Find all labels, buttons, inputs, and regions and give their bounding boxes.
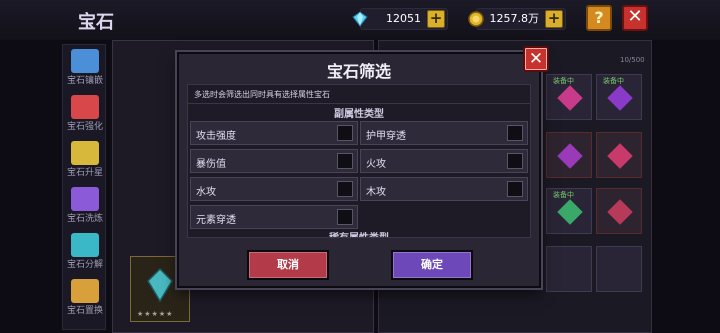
equipped-tag: 装备中 — [603, 77, 624, 85]
star-rating: ★★★★★ — [137, 310, 174, 318]
close-page-button[interactable]: ✕ — [622, 5, 648, 31]
checkbox[interactable] — [337, 125, 353, 141]
option-label: 暴伤值 — [196, 159, 226, 170]
sidebar-item-star-up[interactable]: 宝石升星 — [65, 139, 105, 183]
checkbox[interactable] — [337, 153, 353, 169]
gold-currency: 1257.8万 + — [468, 8, 566, 30]
divider — [188, 103, 530, 104]
coin-icon — [468, 11, 484, 27]
dialog-title: 宝石筛选 — [326, 62, 391, 81]
add-gems-button[interactable]: + — [427, 10, 445, 28]
checkbox[interactable] — [507, 181, 523, 197]
gem-icon — [607, 85, 633, 111]
option-label: 攻击强度 — [196, 131, 236, 142]
equipped-tag: 装备中 — [553, 77, 574, 85]
gem-icon — [607, 143, 633, 169]
gem-icon — [557, 143, 583, 169]
sidebar-item-label: 宝石强化 — [66, 122, 103, 132]
inventory-slot[interactable] — [596, 246, 642, 292]
sidebar: 宝石镶嵌 宝石强化 宝石升星 宝石洗炼 宝石分解 宝石置换 — [62, 44, 106, 330]
gem-swap-icon — [71, 279, 99, 303]
gem-enhance-icon — [71, 95, 99, 119]
gem-inlay-icon — [71, 49, 99, 73]
gem-filter-dialog: 宝石筛选 ✕ 多选时会筛选出同时具有选择属性宝石 副属性类型 攻击强度 护甲穿透… — [177, 46, 549, 288]
option-label: 木攻 — [366, 187, 386, 198]
sidebar-item-label: 宝石洗炼 — [66, 214, 103, 224]
sidebar-item-inlay[interactable]: 宝石镶嵌 — [65, 47, 105, 91]
sidebar-item-label: 宝石升星 — [66, 168, 103, 178]
top-bar: 宝石 12051 + 1257.8万 + ? ✕ — [0, 0, 720, 40]
sidebar-item-refine[interactable]: 宝石洗炼 — [65, 185, 105, 229]
confirm-button[interactable]: 确定 — [391, 250, 473, 280]
inventory-slot[interactable]: 装备中 — [546, 188, 592, 234]
sidebar-item-decompose[interactable]: 宝石分解 — [65, 231, 105, 275]
gem-icon — [557, 199, 583, 225]
inventory-slot[interactable] — [546, 246, 592, 292]
help-button[interactable]: ? — [586, 5, 612, 31]
gem-decompose-icon — [71, 233, 99, 257]
gem-icon — [147, 267, 173, 303]
checkbox[interactable] — [507, 153, 523, 169]
inventory-count: 10/500 — [620, 56, 645, 64]
gem-amount: 12051 — [386, 12, 421, 25]
gem-currency: 12051 + — [352, 8, 448, 30]
filter-hint: 多选时会筛选出同时具有选择属性宝石 — [194, 90, 330, 99]
sidebar-item-label: 宝石分解 — [66, 260, 103, 270]
star-icon — [71, 141, 99, 165]
gem-icon — [607, 199, 633, 225]
filter-options-panel[interactable]: 多选时会筛选出同时具有选择属性宝石 副属性类型 攻击强度 护甲穿透 暴伤值 火攻… — [187, 84, 531, 238]
checkbox[interactable] — [507, 125, 523, 141]
checkbox[interactable] — [337, 209, 353, 225]
inventory-slot[interactable] — [596, 132, 642, 178]
filter-option-wood[interactable]: 木攻 — [360, 177, 528, 201]
inventory-slot[interactable] — [596, 188, 642, 234]
section-title-secondary-attributes: 副属性类型 — [334, 109, 384, 120]
equipped-tag: 装备中 — [553, 191, 574, 199]
option-label: 元素穿透 — [196, 215, 236, 226]
diamond-icon — [352, 11, 368, 27]
close-dialog-button[interactable]: ✕ — [523, 46, 549, 72]
sidebar-item-label: 宝石置换 — [66, 306, 103, 316]
option-label: 水攻 — [196, 187, 216, 198]
filter-option-crit-damage[interactable]: 暴伤值 — [190, 149, 358, 173]
gold-amount: 1257.8万 — [489, 12, 540, 25]
sidebar-item-label: 宝石镶嵌 — [66, 76, 103, 86]
section-title-rare-attributes: 稀有属性类型 — [188, 229, 530, 237]
inventory-slot[interactable]: 装备中 — [546, 74, 592, 120]
inventory-slot[interactable] — [546, 132, 592, 178]
add-gold-button[interactable]: + — [545, 10, 563, 28]
filter-option-fire[interactable]: 火攻 — [360, 149, 528, 173]
gem-icon — [557, 85, 583, 111]
filter-option-element-pen[interactable]: 元素穿透 — [190, 205, 358, 229]
option-label: 火攻 — [366, 159, 386, 170]
page-title: 宝石 — [78, 12, 114, 33]
inventory-slot[interactable]: 装备中 — [596, 74, 642, 120]
filter-option-attack[interactable]: 攻击强度 — [190, 121, 358, 145]
sidebar-item-swap[interactable]: 宝石置换 — [65, 277, 105, 321]
checkbox[interactable] — [337, 181, 353, 197]
gem-refine-icon — [71, 187, 99, 211]
filter-option-water[interactable]: 水攻 — [190, 177, 358, 201]
sidebar-item-enhance[interactable]: 宝石强化 — [65, 93, 105, 137]
filter-option-armor-pen[interactable]: 护甲穿透 — [360, 121, 528, 145]
option-label: 护甲穿透 — [366, 131, 406, 142]
cancel-button[interactable]: 取消 — [247, 250, 329, 280]
